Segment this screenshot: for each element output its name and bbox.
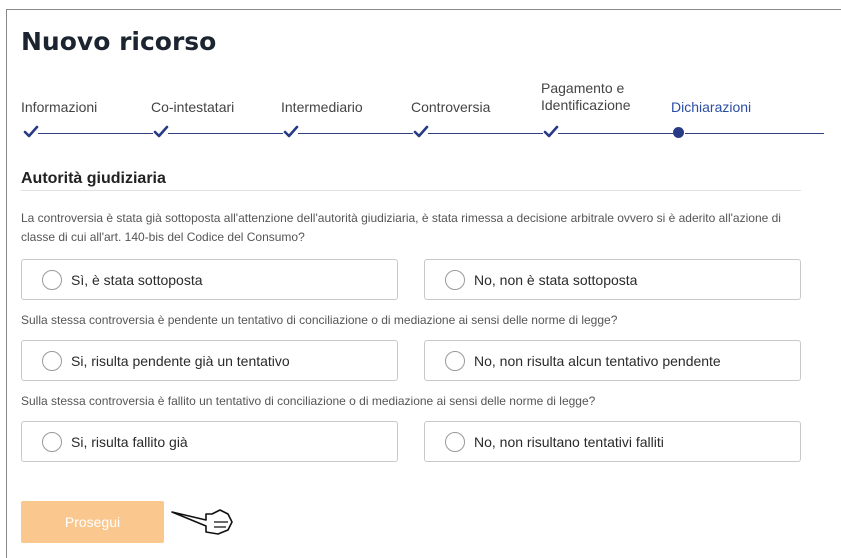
radio-icon[interactable] xyxy=(42,432,62,452)
option-no-fallito[interactable]: No, non risultano tentativi falliti xyxy=(424,421,801,462)
step-connector xyxy=(428,133,543,134)
question-text: Sulla stessa controversia è pendente un … xyxy=(21,313,618,327)
option-yes-pendente[interactable]: Si, risulta pendente già un tentativo xyxy=(21,340,398,381)
step-connector xyxy=(298,133,413,134)
question-text: La controversia è stata già sottoposta a… xyxy=(21,211,781,244)
radio-icon[interactable] xyxy=(445,270,465,290)
step-label-line: Identificazione xyxy=(541,97,631,113)
section-title: Autorità giudiziaria xyxy=(21,170,166,187)
current-step-dot-icon xyxy=(673,127,684,138)
option-label: No, non risultano tentativi falliti xyxy=(474,434,664,450)
step-label-controversia: Controversia xyxy=(411,99,491,115)
step-label-pagamento: Pagamento e Identificazione xyxy=(541,80,631,114)
progress-stepper: Informazioni Co-intestatari Intermediari… xyxy=(0,0,841,150)
pointer-cursor-icon xyxy=(171,509,233,535)
step-label-intermediario: Intermediario xyxy=(281,99,363,115)
option-label: Si, risulta pendente già un tentativo xyxy=(71,353,290,369)
check-icon xyxy=(153,125,169,138)
step-label-informazioni: Informazioni xyxy=(21,99,98,115)
option-yes-sottoposta[interactable]: Sì, è stata sottoposta xyxy=(21,259,398,300)
step-connector xyxy=(558,133,673,134)
step-label-line: Pagamento e xyxy=(541,80,625,96)
section-divider xyxy=(21,190,801,191)
step-connector xyxy=(168,133,283,134)
option-label: Si, risulta fallito già xyxy=(71,434,188,450)
option-label: No, non risulta alcun tentativo pendente xyxy=(474,353,721,369)
step-label-co-intestatari: Co-intestatari xyxy=(151,99,235,115)
radio-icon[interactable] xyxy=(445,351,465,371)
radio-icon[interactable] xyxy=(42,351,62,371)
check-icon xyxy=(23,125,39,138)
step-label-dichiarazioni: Dichiarazioni xyxy=(671,99,752,115)
check-icon xyxy=(543,125,559,138)
option-label: No, non è stata sottoposta xyxy=(474,272,638,288)
option-no-pendente[interactable]: No, non risulta alcun tentativo pendente xyxy=(424,340,801,381)
check-icon xyxy=(413,125,429,138)
step-connector xyxy=(685,133,824,134)
radio-icon[interactable] xyxy=(445,432,465,452)
option-yes-fallito[interactable]: Si, risulta fallito già xyxy=(21,421,398,462)
question-text: Sulla stessa controversia è fallito un t… xyxy=(21,394,596,408)
check-icon xyxy=(283,125,299,138)
proceed-button[interactable]: Prosegui xyxy=(21,501,164,543)
step-connector xyxy=(38,133,153,134)
option-no-sottoposta[interactable]: No, non è stata sottoposta xyxy=(424,259,801,300)
radio-icon[interactable] xyxy=(42,270,62,290)
option-label: Sì, è stata sottoposta xyxy=(71,272,203,288)
